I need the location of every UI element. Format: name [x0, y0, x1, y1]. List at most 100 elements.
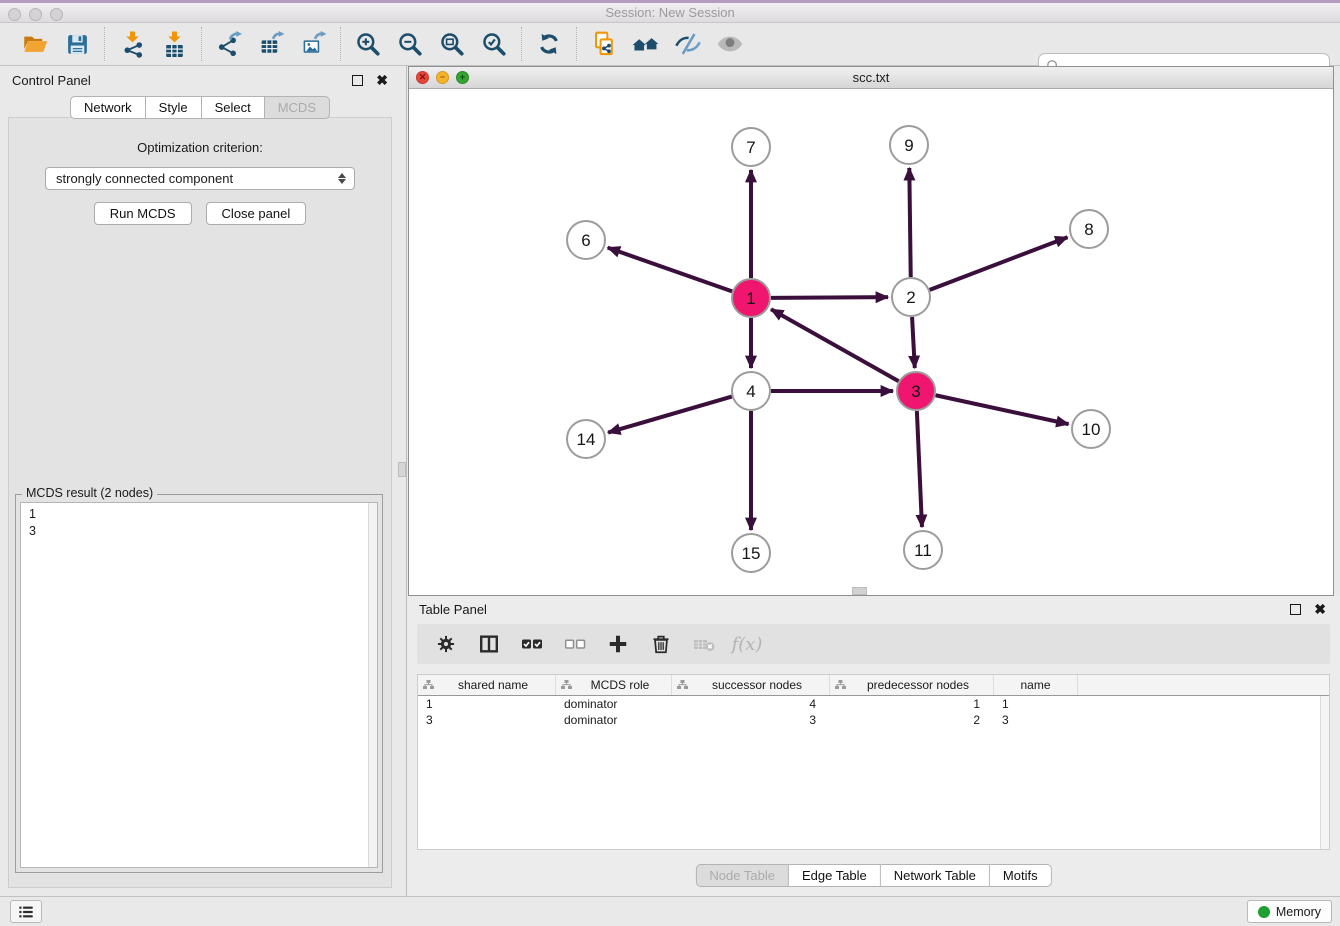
table-panel: Table Panel ✖: [407, 596, 1340, 896]
table-cell[interactable]: 1: [418, 697, 556, 711]
column-header-label: MCDS role: [573, 678, 667, 692]
edge-2-9[interactable]: [909, 168, 910, 277]
export-network-icon: [216, 31, 243, 58]
vertical-splitter[interactable]: [400, 66, 407, 896]
tab-node-table[interactable]: Node Table: [695, 864, 789, 887]
table-cell[interactable]: 3: [418, 713, 556, 727]
refresh-view-button[interactable]: [528, 27, 570, 61]
function-builder-button[interactable]: f(x): [734, 631, 760, 657]
close-view-icon[interactable]: ✕: [416, 71, 429, 84]
toggle-preview-button[interactable]: [667, 27, 709, 61]
export-table-button[interactable]: [250, 27, 292, 61]
close-panel-button[interactable]: Close panel: [206, 202, 307, 225]
node-label-15: 15: [742, 544, 761, 563]
zoom-in-button[interactable]: [347, 27, 389, 61]
edge-4-14[interactable]: [608, 397, 732, 433]
tab-select[interactable]: Select: [202, 96, 265, 119]
select-all-columns-button[interactable]: [519, 631, 545, 657]
column-header-MCDS-role[interactable]: MCDS role: [556, 675, 672, 695]
refresh-icon: [536, 31, 562, 57]
column-sort-icon: [834, 679, 847, 691]
maximize-window-icon[interactable]: [50, 8, 63, 21]
tab-motifs[interactable]: Motifs: [990, 864, 1052, 887]
node-label-9: 9: [904, 136, 913, 155]
column-header-successor-nodes[interactable]: successor nodes: [672, 675, 830, 695]
minimize-window-icon[interactable]: [29, 8, 42, 21]
network-window-titlebar[interactable]: ✕ − + scc.txt: [409, 67, 1333, 89]
tab-network-table[interactable]: Network Table: [881, 864, 990, 887]
column-header-predecessor-nodes[interactable]: predecessor nodes: [830, 675, 994, 695]
tab-network[interactable]: Network: [70, 96, 146, 119]
zoom-selected-button[interactable]: [473, 27, 515, 61]
network-view-title: scc.txt: [853, 70, 890, 85]
close-window-icon[interactable]: [8, 8, 21, 21]
show-column-panel-button[interactable]: [476, 631, 502, 657]
delete-table-button[interactable]: [691, 631, 717, 657]
tab-mcds[interactable]: MCDS: [265, 96, 330, 119]
import-network-button[interactable]: [111, 27, 153, 61]
tab-edge-table[interactable]: Edge Table: [789, 864, 881, 887]
export-image-button[interactable]: [292, 27, 334, 61]
save-session-button[interactable]: [56, 27, 98, 61]
tab-style[interactable]: Style: [146, 96, 202, 119]
edge-3-1[interactable]: [771, 309, 899, 381]
table-options-button[interactable]: [433, 631, 459, 657]
vertical-splitter-grip[interactable]: [398, 462, 406, 477]
open-session-button[interactable]: [14, 27, 56, 61]
mcds-result-list[interactable]: 13: [20, 502, 378, 868]
minimize-view-icon[interactable]: −: [436, 71, 449, 84]
edge-3-10[interactable]: [936, 395, 1069, 424]
column-sort-icon: [560, 679, 573, 691]
float-table-panel-icon[interactable]: [1290, 604, 1301, 615]
column-header-name[interactable]: name: [994, 675, 1078, 695]
table-cell[interactable]: 3: [672, 713, 830, 727]
copy-view-button[interactable]: [583, 27, 625, 61]
edge-3-11[interactable]: [917, 411, 922, 527]
node-table[interactable]: shared name MCDS role successor nodesprede…: [417, 674, 1330, 850]
node-label-7: 7: [746, 138, 755, 157]
table-cell[interactable]: 4: [672, 697, 830, 711]
network-graph[interactable]: 7968124314101511: [409, 89, 1333, 595]
close-panel-icon[interactable]: ✖: [376, 75, 388, 86]
add-column-button[interactable]: [605, 631, 631, 657]
float-panel-icon[interactable]: [352, 75, 363, 86]
delete-table-icon: [692, 632, 716, 656]
maximize-view-icon[interactable]: +: [456, 71, 469, 84]
horizontal-splitter-grip[interactable]: [852, 587, 867, 595]
edge-1-2[interactable]: [771, 297, 888, 298]
table-row[interactable]: 3dominator323: [418, 712, 1329, 728]
column-header-shared-name[interactable]: shared name: [418, 675, 556, 695]
close-table-panel-icon[interactable]: ✖: [1314, 604, 1326, 615]
memory-button[interactable]: Memory: [1247, 900, 1332, 923]
criterion-dropdown[interactable]: strongly connected component: [45, 167, 355, 190]
table-row[interactable]: 1dominator411: [418, 696, 1329, 712]
result-scrollbar[interactable]: [368, 503, 377, 867]
delete-columns-button[interactable]: [648, 631, 674, 657]
node-label-6: 6: [581, 231, 590, 250]
table-cell[interactable]: dominator: [556, 697, 672, 711]
unselect-all-columns-button[interactable]: [562, 631, 588, 657]
save-floppy-icon: [65, 32, 90, 57]
table-cell[interactable]: dominator: [556, 713, 672, 727]
table-cell[interactable]: 1: [830, 697, 994, 711]
table-cell[interactable]: 1: [994, 697, 1078, 711]
export-image-icon: [300, 31, 327, 58]
edge-2-3[interactable]: [912, 317, 915, 368]
table-cell[interactable]: 2: [830, 713, 994, 727]
gear-icon: [435, 633, 457, 655]
task-history-button[interactable]: [10, 900, 42, 923]
import-network-icon: [119, 31, 146, 58]
table-scrollbar[interactable]: [1320, 696, 1329, 849]
zoom-fit-button[interactable]: [431, 27, 473, 61]
window-controls-inactive[interactable]: [8, 8, 63, 21]
table-cell[interactable]: 3: [994, 713, 1078, 727]
run-mcds-button[interactable]: Run MCDS: [94, 202, 192, 225]
show-graphics-details-button[interactable]: [709, 27, 751, 61]
edge-2-8[interactable]: [930, 237, 1068, 290]
import-table-button[interactable]: [153, 27, 195, 61]
network-canvas[interactable]: 7968124314101511: [409, 89, 1333, 595]
edge-1-6[interactable]: [608, 248, 732, 292]
export-network-button[interactable]: [208, 27, 250, 61]
zoom-out-button[interactable]: [389, 27, 431, 61]
home-button[interactable]: [625, 27, 667, 61]
